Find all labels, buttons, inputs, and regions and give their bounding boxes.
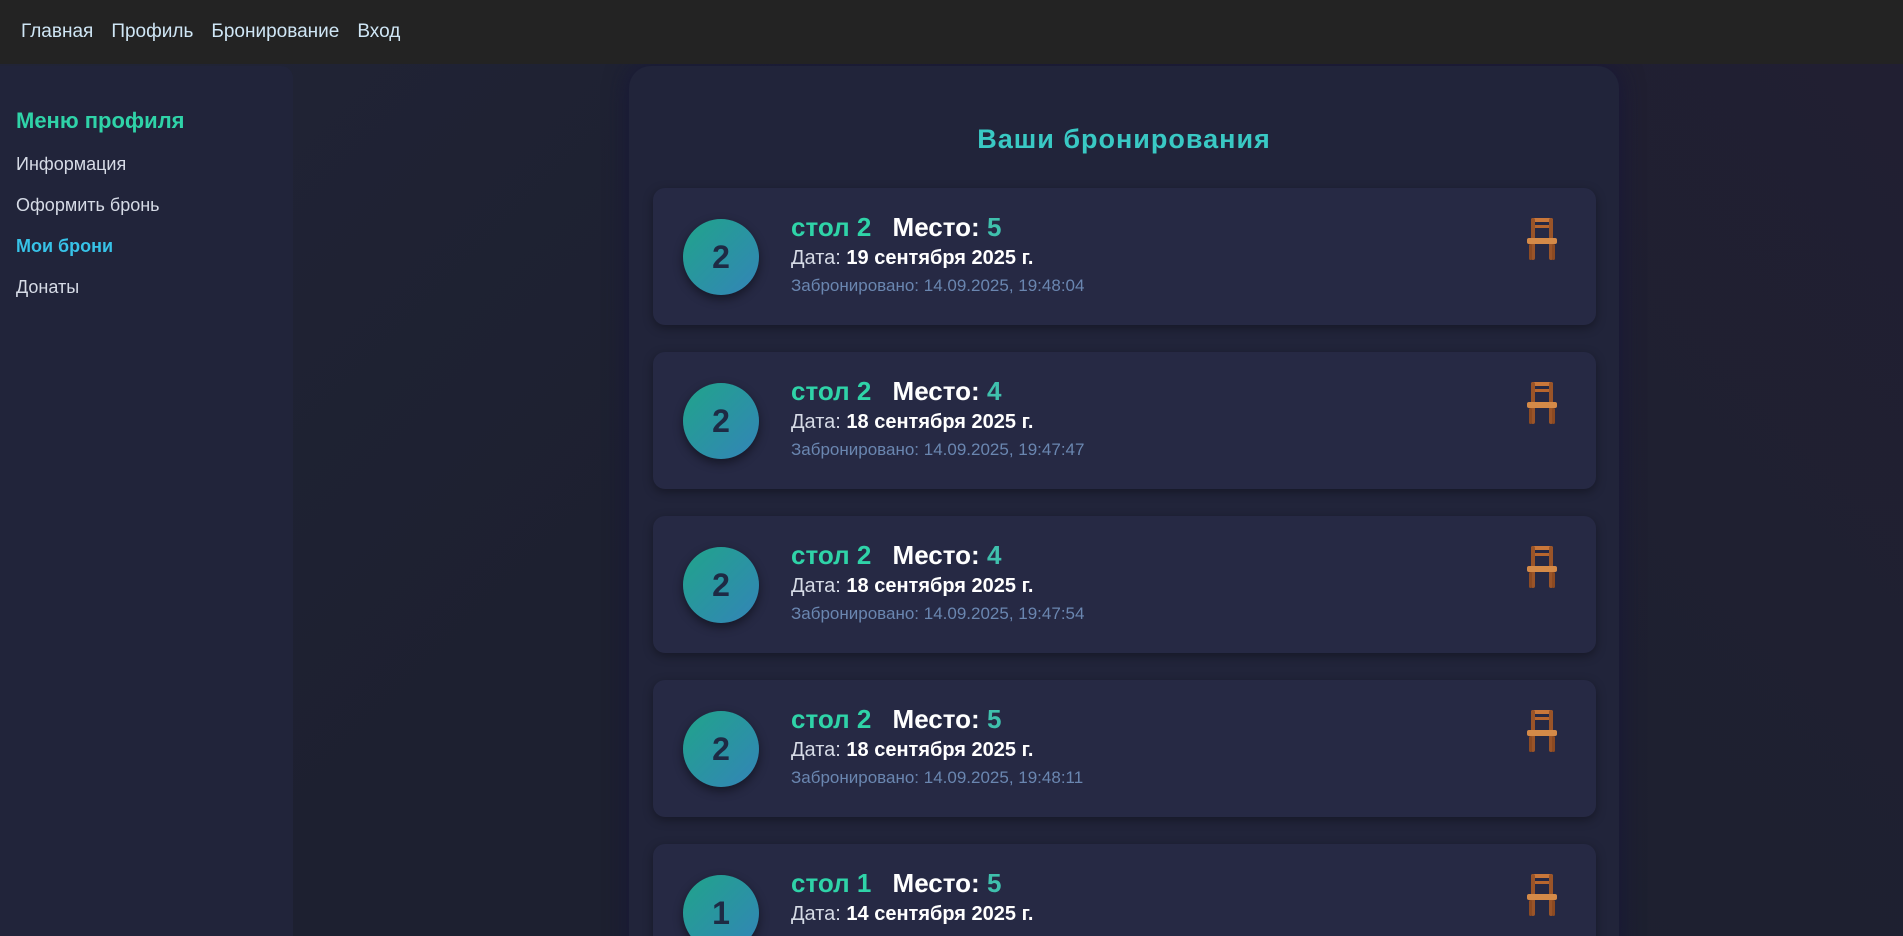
booking-card[interactable]: 2 стол 2 Место: 4 Дата: 18 сентября 2025… — [653, 516, 1596, 653]
booking-card[interactable]: 2 стол 2 Место: 4 Дата: 18 сентября 2025… — [653, 352, 1596, 489]
nav-booking-link[interactable]: Бронирование — [211, 21, 339, 43]
profile-sidebar: Меню профиля Информация Оформить бронь М… — [0, 66, 293, 936]
seat-label: Место: — [892, 540, 980, 570]
booking-heading: стол 2 Место: 4 — [791, 540, 1084, 570]
date-value: 18 сентября 2025 г. — [846, 575, 1034, 597]
chair-icon — [1527, 218, 1557, 260]
booking-card[interactable]: 2 стол 2 Место: 5 Дата: 18 сентября 2025… — [653, 680, 1596, 817]
chair-icon — [1527, 382, 1557, 424]
date-value: 18 сентября 2025 г. — [846, 411, 1034, 433]
bookings-panel: Ваши бронирования 2 стол 2 Место: 5 Дата… — [629, 66, 1619, 936]
page-title: Ваши бронирования — [977, 124, 1271, 154]
seat-value: 5 — [986, 868, 1002, 898]
date-value: 14 сентября 2025 г. — [846, 903, 1034, 925]
seat-value: 4 — [986, 376, 1002, 406]
date-value: 18 сентября 2025 г. — [846, 739, 1034, 761]
date-label: Дата: — [791, 575, 841, 597]
booking-date: Дата: 18 сентября 2025 г. — [791, 738, 1083, 762]
booking-info: стол 2 Место: 5 Дата: 19 сентября 2025 г… — [791, 212, 1084, 297]
nav-login-link[interactable]: Вход — [357, 21, 400, 43]
nav-home-link[interactable]: Главная — [21, 21, 93, 43]
booking-date: Дата: 14 сентября 2025 г. — [791, 902, 1033, 926]
table-name: стол 2 — [791, 376, 872, 406]
sidebar-item-my-bookings[interactable]: Мои брони — [16, 234, 293, 275]
booked-timestamp: Забронировано: 14.09.2025, 19:47:54 — [791, 604, 1085, 623]
table-name: стол 2 — [791, 704, 872, 734]
table-name: стол 2 — [791, 212, 872, 242]
booking-info: стол 2 Место: 4 Дата: 18 сентября 2025 г… — [791, 540, 1084, 625]
top-navigation: Главная Профиль Бронирование Вход — [0, 0, 1903, 64]
booking-card[interactable]: 2 стол 2 Место: 5 Дата: 19 сентября 2025… — [653, 188, 1596, 325]
seat-value: 5 — [986, 212, 1002, 242]
booking-heading: стол 2 Место: 4 — [791, 376, 1084, 406]
table-number-badge: 2 — [683, 219, 759, 295]
booked-timestamp: Забронировано: 14.09.2025, 19:47:47 — [791, 440, 1085, 459]
booking-heading: стол 1 Место: 5 — [791, 868, 1033, 898]
table-name: стол 1 — [791, 868, 872, 898]
date-label: Дата: — [791, 739, 841, 761]
booking-date: Дата: 18 сентября 2025 г. — [791, 574, 1084, 598]
booking-date: Дата: 18 сентября 2025 г. — [791, 410, 1084, 434]
seat-value: 4 — [986, 540, 1002, 570]
seat-label: Место: — [892, 212, 980, 242]
seat-label: Место: — [892, 376, 980, 406]
booked-timestamp: Забронировано: 14.09.2025, 19:48:11 — [791, 768, 1084, 787]
seat-label: Место: — [892, 868, 980, 898]
date-label: Дата: — [791, 411, 841, 433]
chair-icon — [1527, 546, 1557, 588]
booked-timestamp: Забронировано: 14.09.2025, 19:48:04 — [791, 276, 1085, 295]
booking-heading: стол 2 Место: 5 — [791, 212, 1084, 242]
chair-icon — [1527, 874, 1557, 916]
date-label: Дата: — [791, 247, 841, 269]
seat-label: Место: — [892, 704, 980, 734]
chair-icon — [1527, 710, 1557, 752]
seat-value: 5 — [986, 704, 1002, 734]
sidebar-title: Меню профиля — [16, 108, 185, 133]
table-name: стол 2 — [791, 540, 872, 570]
table-number-badge: 2 — [683, 383, 759, 459]
nav-profile-link[interactable]: Профиль — [111, 21, 193, 43]
sidebar-item-information[interactable]: Информация — [16, 152, 293, 193]
booking-heading: стол 2 Место: 5 — [791, 704, 1083, 734]
booking-date: Дата: 19 сентября 2025 г. — [791, 246, 1084, 270]
booking-card[interactable]: 1 стол 1 Место: 5 Дата: 14 сентября 2025… — [653, 844, 1596, 936]
booking-info: стол 2 Место: 5 Дата: 18 сентября 2025 г… — [791, 704, 1083, 789]
table-number-badge: 2 — [683, 547, 759, 623]
page-body: Меню профиля Информация Оформить бронь М… — [0, 64, 1903, 936]
booking-info: стол 1 Место: 5 Дата: 14 сентября 2025 г… — [791, 868, 1033, 931]
table-number-badge: 2 — [683, 711, 759, 787]
sidebar-item-make-booking[interactable]: Оформить бронь — [16, 193, 293, 234]
date-label: Дата: — [791, 903, 841, 925]
date-value: 19 сентября 2025 г. — [846, 247, 1034, 269]
table-number-badge: 1 — [683, 875, 759, 936]
sidebar-item-donations[interactable]: Донаты — [16, 275, 293, 316]
booking-info: стол 2 Место: 4 Дата: 18 сентября 2025 г… — [791, 376, 1084, 461]
